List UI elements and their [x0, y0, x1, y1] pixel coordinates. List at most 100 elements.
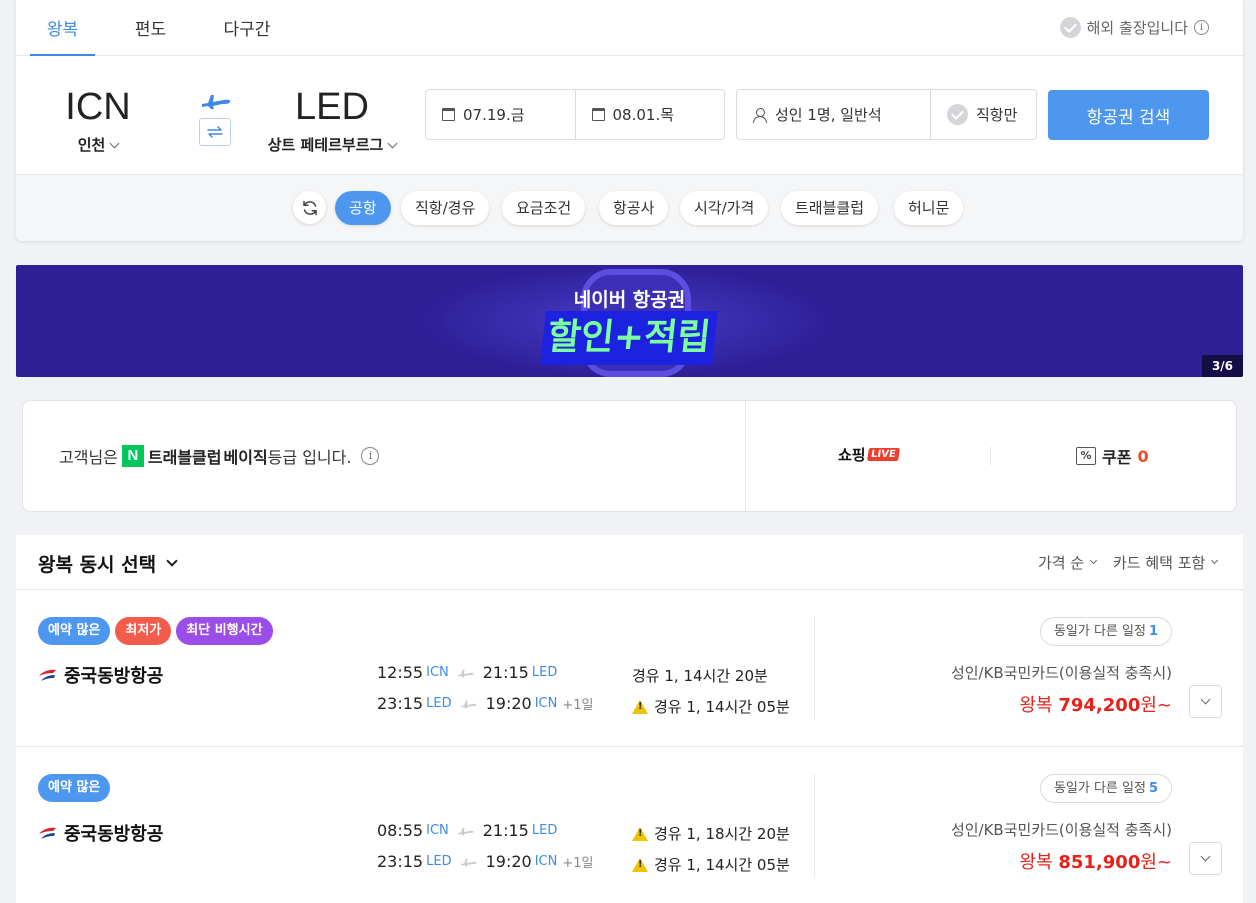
divider: [814, 774, 815, 877]
warning-icon: [632, 699, 648, 714]
outbound-leg: 08:55 ICN 21:15 LED: [377, 821, 558, 840]
plane-icon: [457, 827, 474, 835]
sort-dropdown[interactable]: 가격 순: [1038, 552, 1098, 573]
coupon-link[interactable]: % 쿠폰 0: [1076, 444, 1149, 468]
results-list: 왕복 동시 선택 가격 순 카드 혜택 포함 예약 많은 최저가 최단 비행시간…: [16, 535, 1243, 903]
coupon-icon: %: [1076, 447, 1096, 465]
trip-type-tabs: 왕복 편도 다구간 해외 출장입니다 i: [16, 0, 1243, 56]
check-icon: [1059, 17, 1081, 38]
filter-chip-direct[interactable]: 직항/경유: [401, 191, 490, 225]
airline-name: 중국동방항공: [38, 662, 163, 688]
search-panel: 왕복 편도 다구간 해외 출장입니다 i ICN 인천 LED 상트 페테르부르…: [16, 0, 1243, 241]
airline-name: 중국동방항공: [38, 820, 163, 846]
tab-one-way[interactable]: 편도: [118, 0, 183, 56]
fare-condition: 성인/KB국민카드(이용실적 충족시): [950, 821, 1172, 839]
outbound-leg: 12:55 ICN 21:15 LED: [377, 663, 558, 682]
filter-chip-airline[interactable]: 항공사: [599, 191, 669, 225]
inbound-leg: 23:15 LED 19:20 ICN +1일: [377, 694, 594, 713]
expand-row-button[interactable]: [1189, 842, 1222, 875]
passenger-selector: 성인 1명, 일반석 직항만: [736, 89, 1037, 140]
calendar-icon: [591, 108, 605, 121]
outbound-stop-info: 경유 1, 14시간 20분: [632, 667, 768, 685]
business-trip-toggle[interactable]: 해외 출장입니다 i: [1059, 17, 1209, 38]
filter-chip-travel-club[interactable]: 트래블클럽: [781, 191, 879, 225]
flight-row[interactable]: 예약 많은 중국동방항공 08:55 ICN 21:15 LED 경유 1, 1…: [16, 747, 1243, 903]
refresh-icon: [302, 200, 317, 215]
info-icon[interactable]: i: [361, 447, 380, 465]
origin-code: ICN: [65, 86, 131, 128]
inbound-stop-info: 경유 1, 14시간 05분: [632, 854, 790, 875]
chevron-down-icon: [387, 138, 398, 149]
destination-code: LED: [295, 86, 369, 128]
same-price-schedules-button[interactable]: 동일가 다른 일정 5: [1039, 774, 1172, 803]
shopping-live-link[interactable]: 쇼핑 LIVE: [838, 444, 900, 465]
user-icon: [753, 107, 767, 123]
passenger-label: 성인 1명, 일반석: [775, 106, 882, 124]
chevron-down-icon: [1211, 556, 1219, 565]
badge-group: 예약 많은 최저가 최단 비행시간: [38, 617, 273, 645]
warning-icon: [632, 857, 648, 872]
live-badge: LIVE: [866, 448, 900, 461]
outbound-stop-info: 경유 1, 18시간 20분: [632, 823, 790, 844]
banner-headline: 할인+적립: [540, 311, 718, 365]
filter-chip-time-price[interactable]: 시각/가격: [680, 191, 769, 225]
filter-bar: 공항 직항/경유 요금조건 항공사 시각/가격 트래블클럽 허니문: [16, 174, 1243, 241]
tab-round-trip[interactable]: 왕복: [30, 0, 95, 56]
chevron-down-icon: [1200, 851, 1211, 862]
membership-box: 고객님은 N 트래블클럽 베이직 등급 입니다. i 쇼핑 LIVE % 쿠폰 …: [22, 400, 1237, 512]
destination-selector[interactable]: LED 상트 페테르부르그: [252, 84, 412, 155]
direct-only-toggle[interactable]: 직항만: [930, 90, 1036, 139]
plane-icon: [460, 700, 477, 708]
plane-icon: [202, 95, 231, 109]
fare-condition: 성인/KB국민카드(이용실적 충족시): [950, 664, 1172, 682]
filter-chip-airport[interactable]: 공항: [335, 191, 391, 225]
card-benefit-dropdown[interactable]: 카드 혜택 포함: [1113, 552, 1219, 573]
flight-row[interactable]: 예약 많은 최저가 최단 비행시간 중국동방항공 12:55 ICN 21:15…: [16, 590, 1243, 747]
business-trip-label: 해외 출장입니다: [1086, 19, 1188, 37]
tab-multi-city[interactable]: 다구간: [211, 0, 283, 56]
badge-popular: 예약 많은: [38, 774, 111, 802]
chevron-down-icon: [1200, 694, 1211, 705]
badge-popular: 예약 많은: [38, 617, 111, 645]
expand-row-button[interactable]: [1189, 685, 1222, 718]
origin-name: 인천: [50, 134, 146, 155]
results-header: 왕복 동시 선택 가격 순 카드 혜택 포함: [16, 535, 1243, 590]
depart-date: 07.19.금: [463, 106, 525, 124]
destination-name: 상트 페테르부르그: [252, 134, 412, 155]
promo-banner[interactable]: 네이버 항공권 할인+적립 3/6: [16, 265, 1243, 377]
badge-lowest-price: 최저가: [115, 617, 172, 645]
divider: [990, 447, 991, 465]
filter-chip-fare[interactable]: 요금조건: [502, 191, 586, 225]
depart-date-field[interactable]: 07.19.금: [426, 90, 575, 139]
reset-filters-button[interactable]: [293, 191, 326, 224]
china-eastern-logo-icon: [39, 669, 56, 681]
coupon-count: 0: [1137, 446, 1149, 466]
info-icon[interactable]: i: [1194, 20, 1209, 35]
membership-grade: 고객님은 N 트래블클럽 베이직 등급 입니다. i: [23, 401, 746, 511]
china-eastern-logo-icon: [39, 827, 56, 839]
naver-logo-icon: N: [121, 445, 144, 467]
chevron-down-icon: [166, 554, 178, 567]
origin-selector[interactable]: ICN 인천: [50, 84, 146, 155]
passenger-field[interactable]: 성인 1명, 일반석: [737, 90, 930, 139]
check-icon: [947, 104, 968, 125]
banner-counter: 3/6: [1202, 355, 1243, 377]
return-date: 08.01.목: [612, 106, 675, 124]
swap-route-button[interactable]: [199, 118, 231, 146]
search-flights-button[interactable]: 항공권 검색: [1048, 90, 1209, 140]
same-price-schedules-button[interactable]: 동일가 다른 일정 1: [1039, 617, 1172, 646]
chevron-down-icon: [109, 138, 120, 149]
inbound-leg: 23:15 LED 19:20 ICN +1일: [377, 852, 594, 871]
selection-mode-dropdown[interactable]: 왕복 동시 선택: [38, 550, 178, 577]
return-date-field[interactable]: 08.01.목: [574, 90, 725, 139]
plane-icon: [457, 669, 474, 677]
calendar-icon: [442, 108, 455, 121]
badge-group: 예약 많은: [38, 774, 111, 802]
warning-icon: [632, 826, 648, 841]
swap-icon: [207, 126, 223, 138]
price: 왕복 794,200원~: [1019, 695, 1173, 716]
banner-title: 네이버 항공권: [573, 289, 686, 311]
inbound-stop-info: 경유 1, 14시간 05분: [632, 696, 790, 717]
filter-chip-honeymoon[interactable]: 허니문: [894, 191, 964, 225]
price: 왕복 851,900원~: [1019, 852, 1173, 873]
